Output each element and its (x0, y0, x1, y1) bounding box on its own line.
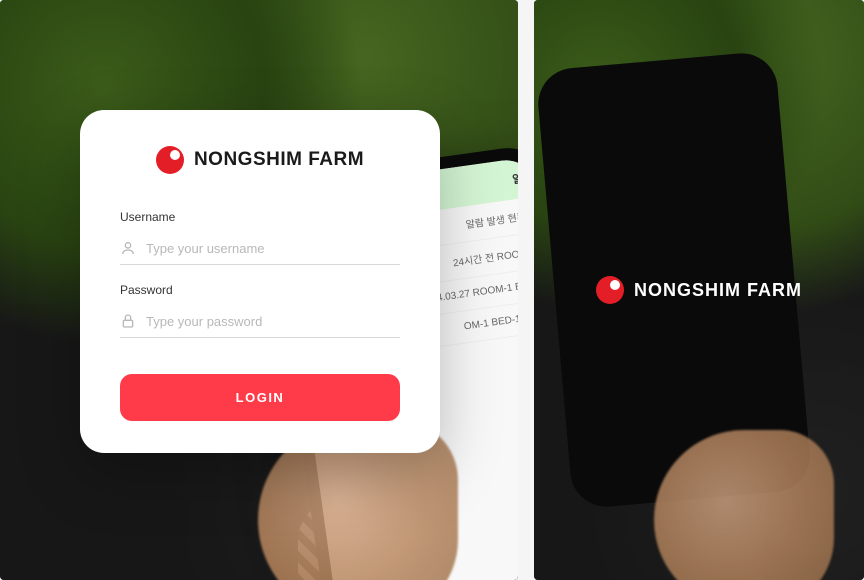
brand-logo-icon (596, 276, 624, 304)
brand-logo-row: NONGSHIM FARM (120, 146, 400, 174)
login-panel: 알 알람 발생 현황 24시간 전 ROOM- 2024.03.27 ROOM-… (0, 0, 518, 580)
login-card: NONGSHIM FARM Username Password (80, 110, 440, 453)
user-icon (120, 240, 136, 256)
login-button[interactable]: LOGIN (120, 374, 400, 421)
lock-icon (120, 313, 136, 329)
password-input-row (120, 305, 400, 338)
username-input-row (120, 232, 400, 265)
password-group: Password (120, 283, 400, 338)
username-input[interactable] (146, 241, 400, 256)
brand-name: NONGSHIM FARM (634, 280, 802, 301)
username-label: Username (120, 210, 400, 224)
password-label: Password (120, 283, 400, 297)
brand-logo-row: NONGSHIM FARM (596, 276, 802, 304)
password-input[interactable] (146, 314, 400, 329)
brand-logo-icon (156, 146, 184, 174)
username-group: Username (120, 210, 400, 265)
brand-name: NONGSHIM FARM (194, 149, 364, 171)
brand-panel: NONGSHIM FARM (534, 0, 864, 580)
